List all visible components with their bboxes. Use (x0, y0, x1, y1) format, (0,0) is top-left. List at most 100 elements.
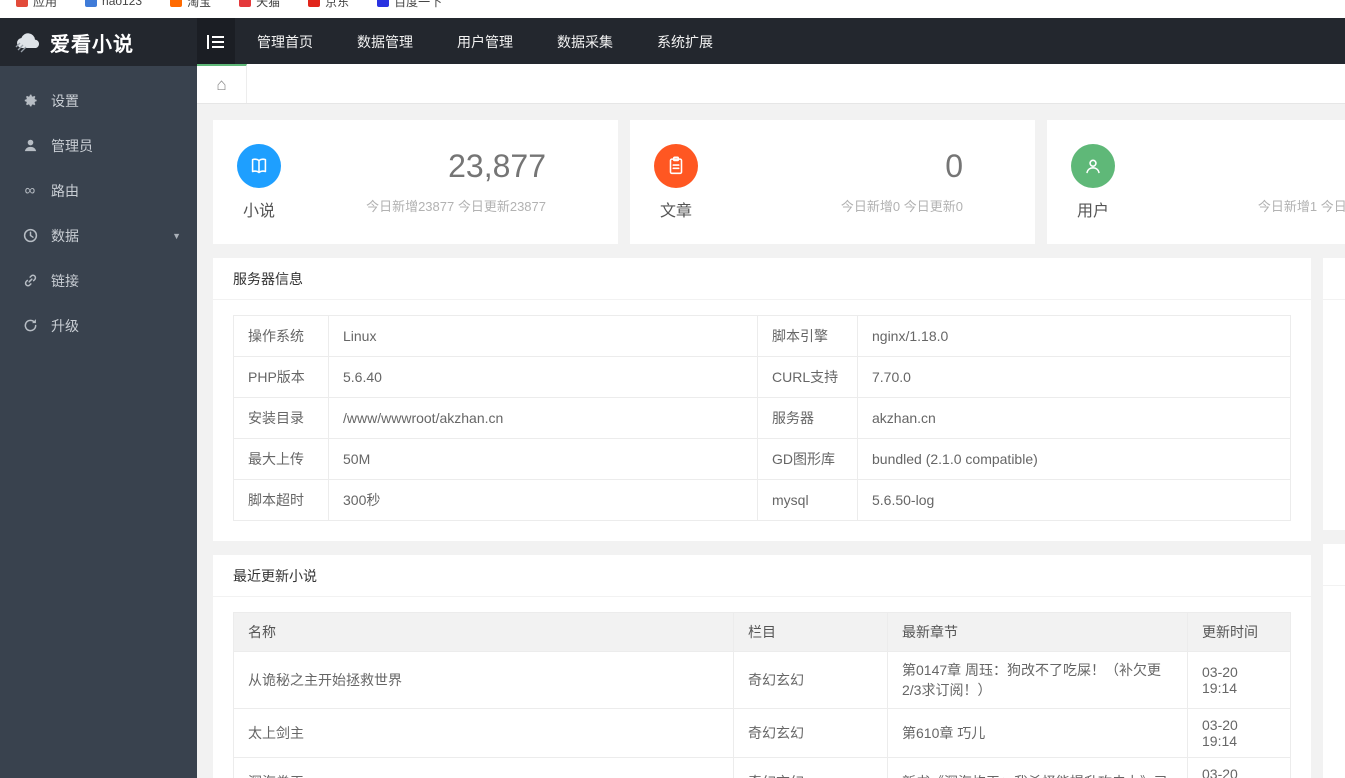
column-header-name: 名称 (233, 612, 734, 652)
server-info-label: PHP版本 (233, 356, 329, 398)
nav-item-admin-home[interactable]: 管理首页 (235, 18, 335, 66)
server-info-label: 服务器 (757, 397, 858, 439)
refresh-upgrade-icon (22, 318, 38, 334)
panel-title: 最近更新小说 (213, 555, 1311, 597)
novel-category-cell: 奇幻玄幻 (733, 757, 888, 778)
sidebar-item-label: 管理员 (51, 137, 93, 154)
bookmark-item[interactable]: 天猫 (239, 0, 280, 10)
sidebar-toggle-button[interactable] (197, 18, 235, 66)
gear-icon (22, 93, 38, 109)
bookmark-item[interactable]: 淘宝 (170, 0, 211, 10)
bookmark-item[interactable]: 应用 (16, 0, 57, 10)
stat-value: 2 (1139, 149, 1345, 184)
sidebar-item-upgrade[interactable]: 升级 (0, 303, 197, 348)
chevron-down-icon: ▼ (172, 230, 181, 241)
recent-novels-table: 名称 栏目 最新章节 更新时间 从诡秘之主开始拯救世界 奇幻玄幻 第0147章 … (233, 612, 1291, 778)
main-content: 小说 23,877 今日新增23877 今日更新23877 文章 0 今日新增0… (197, 104, 1345, 778)
server-info-value: akzhan.cn (857, 397, 1291, 439)
bookmark-label: 天猫 (256, 0, 281, 9)
nav-item-system-extension[interactable]: 系统扩展 (635, 18, 735, 66)
bookmark-item[interactable]: 百度一下 (377, 0, 442, 10)
column-header-time: 更新时间 (1187, 612, 1291, 652)
novel-chapter-cell: 第610章 巧儿 (887, 708, 1188, 758)
server-info-value: /www/wwwroot/akzhan.cn (328, 397, 758, 439)
clipboard-icon (654, 143, 698, 188)
bookmark-label: 应用 (33, 0, 58, 9)
recent-novels-panel: 最近更新小说 名称 栏目 最新章节 更新时间 从诡秘之主开始拯救世界 奇幻玄幻 … (213, 555, 1311, 778)
nav-item-data-collection[interactable]: 数据采集 (535, 18, 635, 66)
stat-label: 用户 (1076, 202, 1109, 220)
stat-label: 小说 (242, 202, 275, 220)
sidebar-item-data[interactable]: 数据 ▼ (0, 213, 197, 258)
table-row: 从诡秘之主开始拯救世界 奇幻玄幻 第0147章 周珏：狗改不了吃屎！（补欠更2/… (233, 651, 1291, 709)
sidebar-item-routes[interactable]: ∞ 路由 (0, 168, 197, 213)
bookmark-label: 京东 (325, 0, 350, 9)
server-info-value: 7.70.0 (857, 356, 1291, 398)
stat-subtitle: 今日新增0 今日更新0 (840, 198, 963, 214)
app-header: 爱看小说 管理首页 数据管理 用户管理 数据采集 系统扩展 (0, 18, 1345, 66)
tabs-bar: ⌂ (197, 64, 1345, 104)
column-header-chapter: 最新章节 (887, 612, 1188, 652)
column-header-category: 栏目 (733, 612, 888, 652)
novel-time-cell: 03-20 19:14 (1187, 651, 1291, 709)
bookmark-label: 百度一下 (394, 0, 443, 9)
app-title: 爱看小说 (50, 33, 134, 56)
sidebar-item-admins[interactable]: 管理员 (0, 123, 197, 168)
home-icon: ⌂ (216, 74, 227, 94)
server-info-value: 5.6.40 (328, 356, 758, 398)
panel-title (1323, 544, 1345, 586)
admin-user-icon (22, 138, 38, 154)
clock-icon (22, 228, 38, 244)
infinity-icon: ∞ (24, 182, 36, 199)
sidebar-item-label: 链接 (51, 272, 79, 289)
app-logo: 爱看小说 (0, 18, 197, 66)
table-row: 脚本超时 300秒 mysql 5.6.50-log (233, 479, 1291, 521)
nav-item-data-management[interactable]: 数据管理 (335, 18, 435, 66)
nav-item-user-management[interactable]: 用户管理 (435, 18, 535, 66)
bookmark-favicon (16, 0, 28, 7)
bookmark-favicon (239, 0, 252, 7)
table-row: 最大上传 50M GD图形库 bundled (2.1.0 compatible… (233, 438, 1291, 480)
book-icon (237, 143, 281, 188)
novel-category-cell: 奇幻玄幻 (733, 708, 888, 758)
novel-category-cell: 奇幻玄幻 (733, 651, 888, 709)
novel-name-cell: 太上剑主 (233, 708, 734, 758)
table-row: 操作系统 Linux 脚本引擎 nginx/1.18.0 (233, 315, 1291, 357)
sidebar-item-label: 数据 (51, 227, 79, 244)
bookmark-item[interactable]: 京东 (308, 0, 349, 10)
stat-subtitle: 今日新增23877 今日更新23877 (366, 198, 546, 214)
panel-title: 服务器信息 (213, 258, 1311, 300)
sidebar-item-label: 升级 (51, 317, 79, 334)
stat-value: 23,877 (448, 148, 546, 185)
table-row: PHP版本 5.6.40 CURL支持 7.70.0 (233, 356, 1291, 398)
novel-chapter-cell: 第0147章 周珏：狗改不了吃屎！（补欠更2/3求订阅！） (887, 651, 1188, 709)
link-icon (22, 273, 38, 289)
novel-time-cell: 03-20 19:14 (1187, 757, 1291, 778)
stat-subtitle: 今日新增1 今日更新1 (1257, 198, 1345, 214)
stat-label: 文章 (659, 202, 692, 220)
bookmark-item[interactable]: hao123 (85, 0, 142, 8)
bookmark-label: hao123 (102, 0, 143, 8)
server-info-panel: 服务器信息 操作系统 Linux 脚本引擎 nginx/1.18.0 PHP版本 (213, 258, 1311, 541)
sidebar-item-settings[interactable]: 设置 (0, 78, 197, 123)
server-info-value: 50M (328, 438, 758, 480)
user-icon (1071, 143, 1115, 188)
novel-name-cell: 深海拳王 (233, 757, 734, 778)
tab-home[interactable]: ⌂ (197, 64, 247, 103)
bookmark-favicon (85, 0, 98, 7)
server-info-value: 5.6.50-log (857, 479, 1291, 521)
server-info-label: CURL支持 (757, 356, 858, 398)
server-info-label: 最大上传 (233, 438, 329, 480)
sidebar: 设置 管理员 ∞ 路由 数据 ▼ 链接 升级 (0, 66, 197, 778)
browser-bookmarks-bar: 应用 hao123 淘宝 天猫 京东 百度一下 (0, 0, 1345, 18)
sidebar-item-links[interactable]: 链接 (0, 258, 197, 303)
stat-card-articles: 文章 0 今日新增0 今日更新0 (630, 120, 1035, 244)
right-panel-top (1323, 258, 1345, 530)
stat-card-novels: 小说 23,877 今日新增23877 今日更新23877 (213, 120, 618, 244)
stat-card-users: 用户 2 今日新增1 今日更新1 (1047, 120, 1345, 244)
bookmark-label: 淘宝 (187, 0, 212, 9)
server-info-value: 300秒 (328, 479, 758, 521)
server-info-label: GD图形库 (757, 438, 858, 480)
server-info-label: 安装目录 (233, 397, 329, 439)
server-info-label: 脚本超时 (233, 479, 329, 521)
